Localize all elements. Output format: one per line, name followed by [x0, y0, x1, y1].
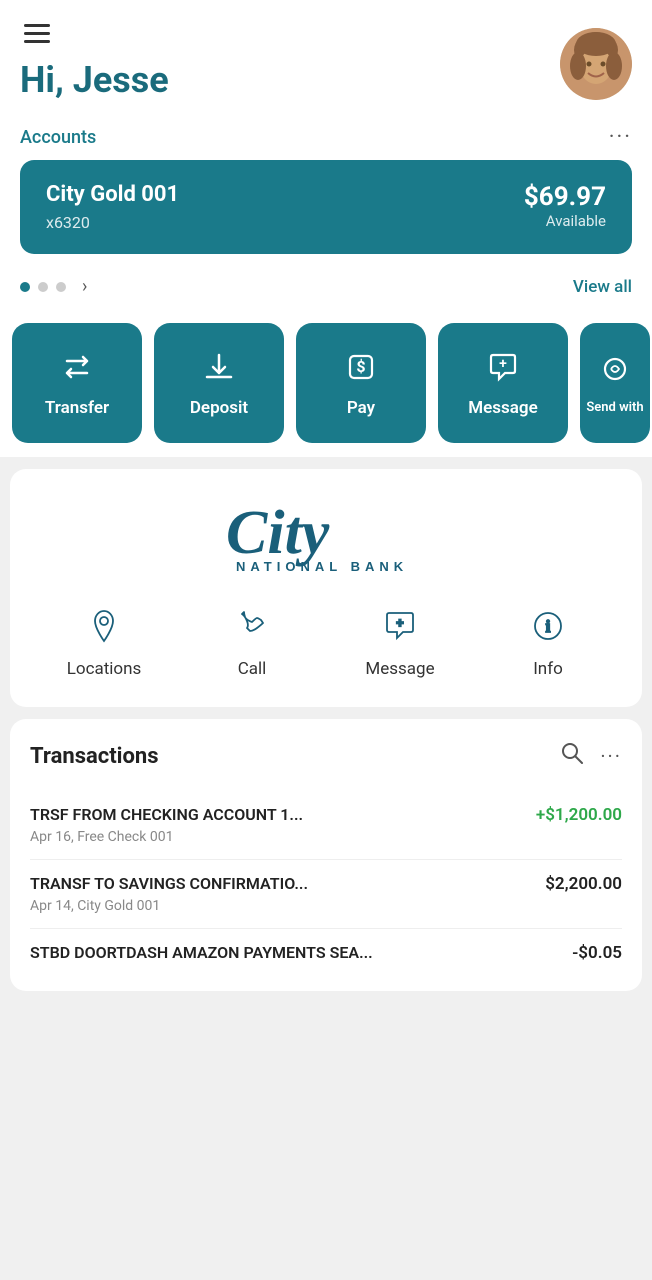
account-card[interactable]: City Gold 001 x6320 $69.97 Available — [20, 160, 632, 254]
call-icon — [227, 601, 277, 651]
transaction-name: TRANSF TO SAVINGS CONFIRMATIO... — [30, 874, 533, 893]
transaction-name: STBD DOORTDASH AMAZON PAYMENTS SEA... — [30, 943, 560, 962]
locations-label: Locations — [67, 659, 142, 679]
deposit-icon — [201, 349, 237, 390]
pagination-dot-1[interactable] — [20, 282, 30, 292]
accounts-label: Accounts — [20, 127, 96, 148]
message-icon: + — [485, 349, 521, 390]
transaction-row: STBD DOORTDASH AMAZON PAYMENTS SEA... -$… — [30, 943, 622, 963]
transaction-date: Apr 14 — [30, 898, 71, 914]
call-button[interactable]: Call — [178, 601, 326, 679]
transactions-actions: ··· — [560, 741, 622, 771]
info-button[interactable]: i Info — [474, 601, 622, 679]
send-with-icon — [597, 351, 633, 392]
svg-text:$: $ — [356, 357, 365, 376]
account-number: x6320 — [46, 213, 179, 232]
header: Hi, Jesse — [0, 0, 652, 111]
transactions-section: Transactions ··· TRSF FROM CHECKING ACCO… — [10, 719, 642, 991]
pay-button[interactable]: $ Pay — [296, 323, 426, 443]
bank-logo: City NATIONAL BANK — [30, 493, 622, 577]
send-with-button[interactable]: Send with — [580, 323, 650, 443]
transfer-icon — [59, 349, 95, 390]
transactions-more-menu[interactable]: ··· — [600, 744, 622, 768]
account-card-left: City Gold 001 x6320 — [46, 182, 179, 232]
transaction-name: TRSF FROM CHECKING ACCOUNT 1... — [30, 805, 524, 824]
bank-actions: Locations Call + Message — [30, 601, 622, 679]
svg-text:i: i — [546, 617, 551, 636]
transactions-search-button[interactable] — [560, 741, 584, 771]
view-all-button[interactable]: View all — [573, 277, 632, 297]
accounts-more-menu[interactable]: ··· — [609, 125, 632, 150]
bank-message-label: Message — [365, 659, 434, 679]
send-with-label: Send with — [586, 400, 643, 415]
pay-label: Pay — [347, 398, 375, 418]
deposit-label: Deposit — [190, 398, 248, 418]
pay-icon: $ — [343, 349, 379, 390]
transaction-meta: Apr 14, City Gold 001 — [30, 898, 622, 914]
balance-amount: $69.97 — [524, 182, 606, 212]
locations-button[interactable]: Locations — [30, 601, 178, 679]
transfer-label: Transfer — [45, 398, 109, 418]
header-left: Hi, Jesse — [20, 20, 169, 101]
transaction-item[interactable]: TRSF FROM CHECKING ACCOUNT 1... +$1,200.… — [30, 791, 622, 860]
accounts-section: Accounts ··· City Gold 001 x6320 $69.97 … — [0, 111, 652, 313]
hamburger-line-2 — [24, 32, 50, 35]
action-buttons-row: Transfer Deposit $ Pay + Message — [0, 313, 652, 457]
svg-text:+: + — [499, 356, 507, 372]
deposit-button[interactable]: Deposit — [154, 323, 284, 443]
hamburger-menu[interactable] — [20, 20, 169, 47]
transaction-row: TRSF FROM CHECKING ACCOUNT 1... +$1,200.… — [30, 805, 622, 825]
pagination-dots: › — [20, 276, 87, 297]
transaction-item[interactable]: TRANSF TO SAVINGS CONFIRMATIO... $2,200.… — [30, 860, 622, 929]
info-label: Info — [533, 659, 563, 679]
call-label: Call — [238, 659, 267, 679]
pagination-dot-2[interactable] — [38, 282, 48, 292]
bank-message-button[interactable]: + Message — [326, 601, 474, 679]
transaction-amount: +$1,200.00 — [536, 805, 622, 825]
transaction-amount: -$0.05 — [572, 943, 622, 963]
transaction-account: Free Check 001 — [77, 829, 173, 845]
balance-label: Available — [524, 212, 606, 230]
svg-text:+: + — [396, 616, 403, 631]
avatar-image — [560, 28, 632, 100]
transactions-title: Transactions — [30, 744, 159, 769]
locations-icon — [79, 601, 129, 651]
pagination: › View all — [20, 268, 632, 313]
pagination-next-icon[interactable]: › — [82, 276, 87, 297]
svg-text:City: City — [226, 499, 330, 567]
transaction-account: City Gold 001 — [77, 898, 160, 914]
transactions-header: Transactions ··· — [30, 741, 622, 771]
bank-card: City NATIONAL BANK Locations C — [10, 469, 642, 707]
transaction-item[interactable]: STBD DOORTDASH AMAZON PAYMENTS SEA... -$… — [30, 929, 622, 969]
account-name: City Gold 001 — [46, 182, 179, 207]
accounts-header: Accounts ··· — [20, 111, 632, 160]
hamburger-line-1 — [24, 24, 50, 27]
pagination-dot-3[interactable] — [56, 282, 66, 292]
info-icon: i — [523, 601, 573, 651]
transaction-amount: $2,200.00 — [545, 874, 622, 894]
bank-message-icon: + — [375, 601, 425, 651]
avatar[interactable] — [560, 28, 632, 100]
transaction-date: Apr 16 — [30, 829, 71, 845]
svg-text:NATIONAL BANK: NATIONAL BANK — [236, 559, 408, 573]
transaction-meta: Apr 16, Free Check 001 — [30, 829, 622, 845]
greeting: Hi, Jesse — [20, 59, 169, 101]
city-national-bank-logo: City NATIONAL BANK — [196, 493, 456, 573]
account-balance: $69.97 Available — [524, 182, 606, 230]
hamburger-line-3 — [24, 40, 50, 43]
transaction-row: TRANSF TO SAVINGS CONFIRMATIO... $2,200.… — [30, 874, 622, 894]
transfer-button[interactable]: Transfer — [12, 323, 142, 443]
message-button[interactable]: + Message — [438, 323, 568, 443]
message-label: Message — [468, 398, 537, 418]
